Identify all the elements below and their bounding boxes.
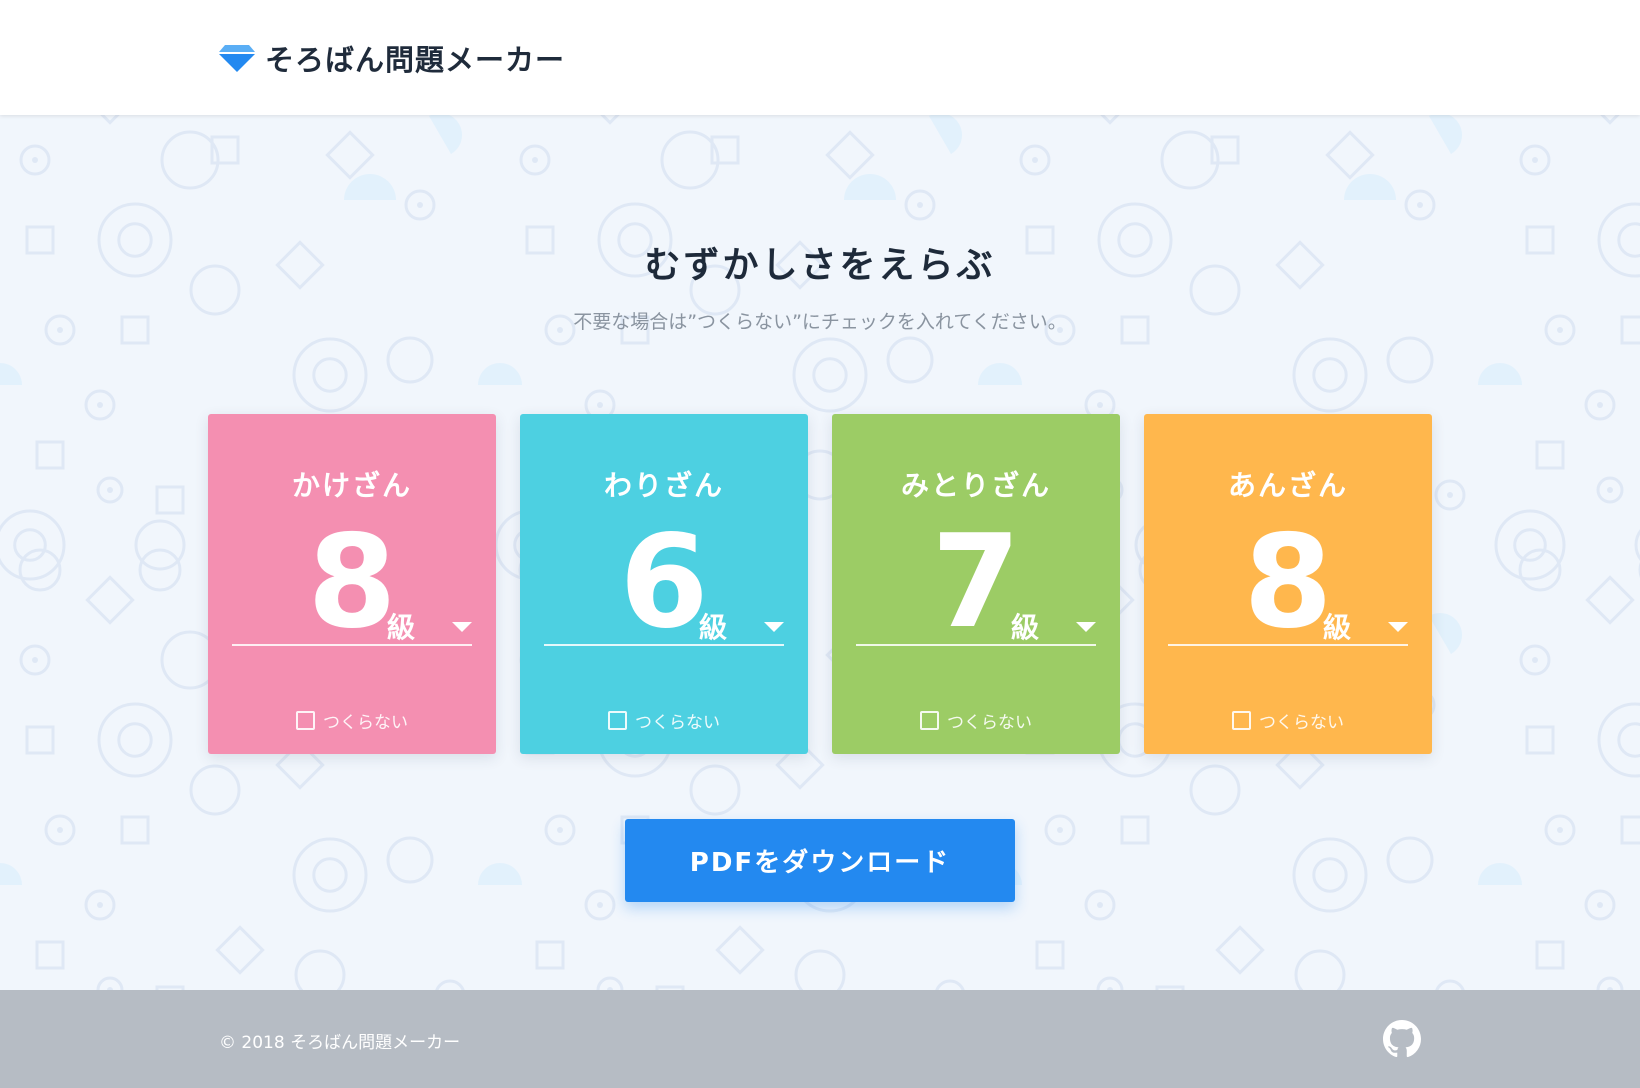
skip-checkbox-label[interactable]: つくらない (520, 708, 808, 733)
card-kakezan: かけざん 8 級 つくらない (208, 414, 496, 754)
grade-value: 8 (307, 508, 397, 657)
grade-select[interactable]: 8 級 (232, 518, 472, 648)
download-pdf-button[interactable]: PDFをダウンロード (625, 819, 1015, 902)
skip-label: つくらない (323, 713, 408, 733)
main-content: むずかしさをえらぶ 不要な場合は”つくらない”にチェックを入れてください。 かけ… (0, 115, 1640, 990)
site-footer: © 2018 そろばん問題メーカー (0, 990, 1640, 1088)
grade-select[interactable]: 7 級 (856, 518, 1096, 648)
grade-value: 7 (931, 508, 1021, 657)
diamond-icon (219, 45, 255, 72)
github-icon[interactable] (1383, 1020, 1421, 1058)
card-label: あんざん (1227, 469, 1348, 502)
site-logo[interactable]: そろばん問題メーカー (219, 38, 565, 78)
grade-select[interactable]: 8 級 (1168, 518, 1408, 648)
skip-checkbox[interactable] (296, 711, 315, 730)
skip-checkbox-label[interactable]: つくらない (208, 708, 496, 733)
skip-checkbox-label[interactable]: つくらない (1144, 708, 1432, 733)
grade-value: 8 (1243, 508, 1333, 657)
caret-down-icon (452, 622, 472, 632)
skip-checkbox[interactable] (920, 711, 939, 730)
card-label: みとりざん (900, 469, 1051, 502)
card-mitorizan: みとりざん 7 級 つくらない (832, 414, 1120, 754)
skip-label: つくらない (1259, 713, 1344, 733)
skip-checkbox[interactable] (1232, 711, 1251, 730)
caret-down-icon (1388, 622, 1408, 632)
card-label: かけざん (291, 469, 412, 502)
grade-unit: 級 (1323, 611, 1352, 644)
skip-checkbox-label[interactable]: つくらない (832, 708, 1120, 733)
grade-unit: 級 (699, 611, 728, 644)
card-label: わりざん (603, 469, 724, 502)
grade-select[interactable]: 6 級 (544, 518, 784, 648)
grade-unit: 級 (1011, 611, 1040, 644)
grade-value: 6 (619, 508, 709, 657)
caret-down-icon (1076, 622, 1096, 632)
skip-checkbox[interactable] (608, 711, 627, 730)
card-anzan: あんざん 8 級 つくらない (1144, 414, 1432, 754)
grade-unit: 級 (387, 611, 416, 644)
page-subtitle: 不要な場合は”つくらない”にチェックを入れてください。 (573, 311, 1067, 333)
site-header: そろばん問題メーカー (0, 0, 1640, 115)
page-title: むずかしさをえらぶ (644, 245, 996, 286)
site-title: そろばん問題メーカー (265, 43, 566, 77)
skip-label: つくらない (635, 713, 720, 733)
copyright-text: © 2018 そろばん問題メーカー (219, 1033, 461, 1053)
caret-down-icon (764, 622, 784, 632)
skip-label: つくらない (947, 713, 1032, 733)
card-warizan: わりざん 6 級 つくらない (520, 414, 808, 754)
